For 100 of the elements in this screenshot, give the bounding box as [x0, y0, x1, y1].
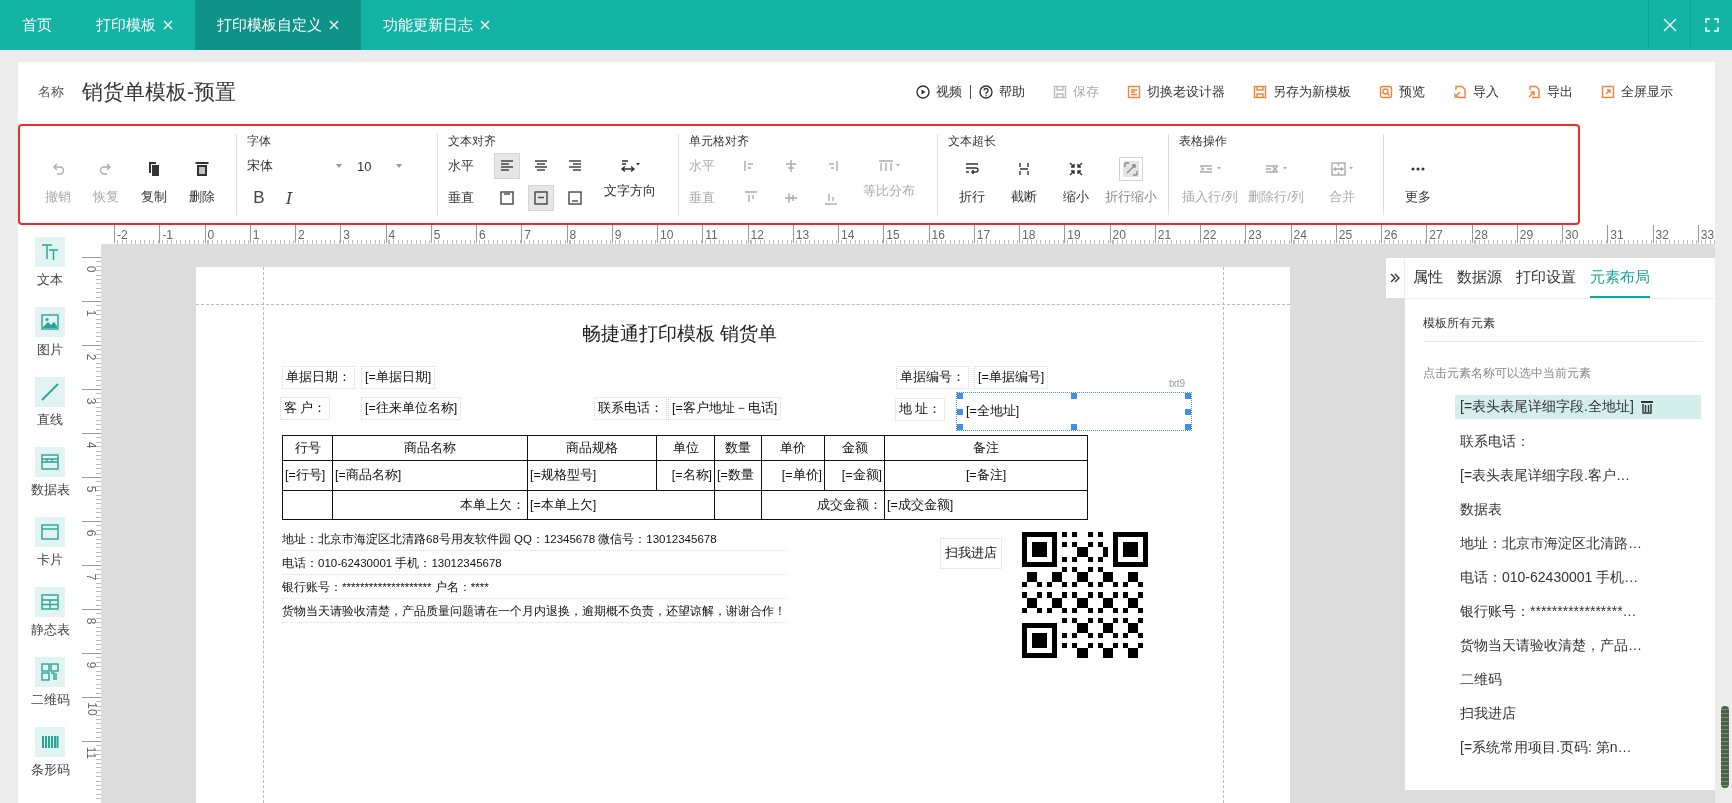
- element-list-item[interactable]: 扫我进店: [1455, 697, 1701, 731]
- row-label: 垂直: [448, 189, 474, 207]
- more-button[interactable]: 更多: [1394, 150, 1442, 215]
- element-list-item[interactable]: 地址：北京市海淀区北清路…: [1455, 527, 1701, 561]
- ruler-number: 31: [1610, 228, 1624, 242]
- ruler-number: 8: [569, 228, 577, 242]
- bold-button[interactable]: B: [247, 185, 271, 211]
- image-icon: [39, 311, 61, 333]
- group-title: 文本对齐: [448, 133, 497, 150]
- toolbar-button[interactable]: 折行缩小: [1104, 150, 1158, 215]
- ruler-number: 17: [976, 228, 991, 242]
- tool-button[interactable]: 图片: [35, 307, 65, 377]
- resize-handle[interactable]: [1071, 393, 1077, 399]
- element-list-item[interactable]: [=系统常用项目.页码: 第n…: [1455, 731, 1701, 765]
- panel-tab[interactable]: 打印设置: [1516, 258, 1576, 298]
- qr-code-icon: [39, 661, 61, 683]
- column-header: 商品规格: [527, 435, 657, 461]
- caret-icon: [335, 163, 343, 169]
- selection-box[interactable]: [=全地址]: [956, 392, 1192, 431]
- tool-button[interactable]: 数据表: [30, 447, 70, 517]
- merge-cells-icon: [1330, 161, 1354, 177]
- column-header: 商品名称: [332, 435, 528, 461]
- table-cell: 本单上欠：: [332, 490, 528, 520]
- tool-button[interactable]: 静态表: [30, 587, 70, 657]
- copy-icon: [146, 161, 162, 177]
- tool-button[interactable]: 直线: [35, 377, 65, 447]
- text-line: 地址：北京市海淀区北清路68号用友软件园 QQ：12345678 微信号：13012345678: [282, 529, 786, 551]
- columns-icon: [877, 158, 901, 174]
- ruler-number: 12: [750, 228, 764, 242]
- toolbar-button[interactable]: 预览: [1379, 83, 1425, 101]
- toolbar-button[interactable]: 视频: [916, 83, 962, 101]
- toolbar-button[interactable]: 折行: [948, 150, 996, 215]
- toolbar-button[interactable]: 缩小: [1052, 150, 1100, 215]
- text-direction-button[interactable]: 文字方向: [603, 150, 657, 214]
- toolbar-button[interactable]: 导出: [1527, 83, 1573, 101]
- toolbar-button[interactable]: 删除: [178, 150, 226, 215]
- align-center-icon: [533, 158, 549, 174]
- resize-handle[interactable]: [957, 408, 963, 415]
- collapse-button[interactable]: [1386, 258, 1405, 298]
- panel-tab[interactable]: 数据源: [1457, 258, 1502, 298]
- toolbar-button[interactable]: 复制: [130, 150, 178, 215]
- page-tab[interactable]: 打印模板自定义: [195, 0, 361, 50]
- table-cell: [=名称]: [656, 460, 715, 491]
- resize-handle[interactable]: [957, 393, 963, 399]
- resize-handle[interactable]: [1071, 424, 1077, 430]
- font-select[interactable]: 宋体: [247, 153, 357, 179]
- tool-button[interactable]: 卡片: [35, 517, 65, 587]
- section-title: 模板所有元素: [1423, 315, 1703, 342]
- toolbar-button[interactable]: 另存为新模板: [1253, 83, 1351, 101]
- ruler-number: 29: [1519, 228, 1534, 242]
- text-line: 货物当天请验收清楚，产品质量问题请在一个月内退换，逾期概不负责，还望谅解，谢谢合作！: [282, 601, 786, 623]
- toolbar-button[interactable]: 截断: [1000, 150, 1048, 215]
- switch-icon: [1127, 85, 1141, 99]
- ruler-number: -2: [117, 228, 128, 242]
- element-list-item[interactable]: 银行账号：*****************…: [1455, 595, 1701, 629]
- table-cell: [=数量: [714, 460, 762, 491]
- table-cell: [282, 490, 333, 520]
- table-cell: [714, 490, 762, 520]
- toolbar-button[interactable]: 切换老设计器: [1127, 83, 1225, 101]
- field-value: [=客户地址－电话]: [668, 397, 782, 420]
- tool-button[interactable]: 文本: [35, 237, 65, 307]
- toolbar-button[interactable]: 帮助: [979, 83, 1025, 101]
- panel-tab[interactable]: 属性: [1413, 258, 1443, 298]
- line-icon: [39, 381, 61, 403]
- align-button[interactable]: [528, 185, 554, 211]
- element-list-item[interactable]: [=表头表尾详细字段.全地址]: [1455, 395, 1701, 419]
- table-cell: [=成交金额]: [884, 490, 1088, 520]
- tool-button[interactable]: 二维码: [30, 657, 70, 727]
- italic-button[interactable]: I: [277, 185, 301, 211]
- element-list-item[interactable]: [=表头表尾详细字段.客户…: [1455, 459, 1701, 493]
- ruler-number: 5: [84, 485, 99, 493]
- resize-handle[interactable]: [1185, 424, 1191, 430]
- save-icon: [1253, 85, 1267, 99]
- align-left-icon: [499, 158, 515, 174]
- resize-handle[interactable]: [957, 424, 963, 430]
- toolbar-button[interactable]: 导入: [1453, 83, 1499, 101]
- resize-handle[interactable]: [1185, 393, 1191, 399]
- element-list-item[interactable]: 数据表: [1455, 493, 1701, 527]
- align-button[interactable]: [494, 153, 520, 179]
- scrollbar-thumb[interactable]: [1721, 706, 1729, 788]
- element-list-item[interactable]: 货物当天请验收清楚，产品…: [1455, 629, 1701, 663]
- element-list-item[interactable]: 联系电话：: [1455, 425, 1701, 459]
- ruler-number: 2: [298, 228, 305, 242]
- element-list-item[interactable]: 电话：010-62430001 手机…: [1455, 561, 1701, 595]
- row-label: 水平: [689, 157, 715, 175]
- ruler-number: 10: [660, 228, 674, 242]
- ruler-number: 9: [614, 228, 622, 242]
- font-size-select[interactable]: 10: [357, 153, 417, 179]
- ruler-number: 20: [1112, 228, 1126, 242]
- table-cell: [=单价]: [761, 460, 825, 491]
- ruler-number: 6: [479, 228, 486, 242]
- resize-handle[interactable]: [1185, 408, 1191, 415]
- element-list-item[interactable]: 二维码: [1455, 663, 1701, 697]
- card-icon: [39, 521, 61, 543]
- ruler-number: 27: [1429, 228, 1443, 242]
- ruler-number: 30: [1565, 228, 1579, 242]
- toolbar-button[interactable]: 全屏显示: [1601, 83, 1673, 101]
- ruler-number: 3: [343, 228, 350, 242]
- tool-button[interactable]: 条形码: [30, 727, 70, 797]
- ruler-number: 28: [1474, 228, 1488, 242]
